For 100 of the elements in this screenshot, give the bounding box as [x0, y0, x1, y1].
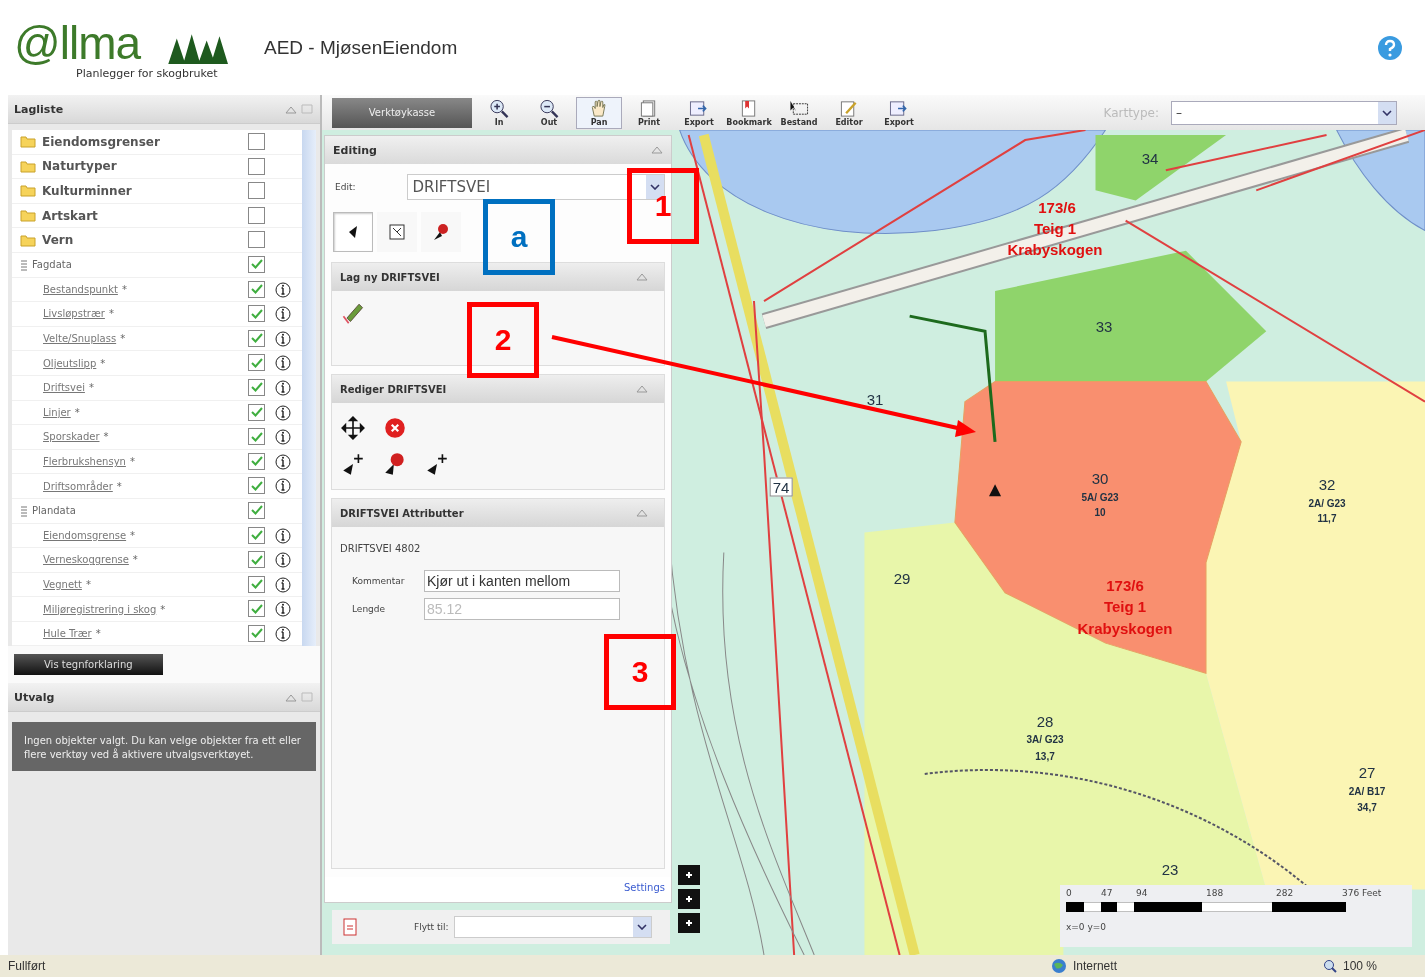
layer-checkbox[interactable]	[248, 526, 265, 544]
info-icon[interactable]	[275, 453, 291, 470]
info-icon[interactable]	[275, 552, 291, 569]
info-icon[interactable]	[275, 625, 291, 642]
info-icon[interactable]	[275, 330, 291, 347]
info-icon[interactable]	[275, 281, 291, 298]
callout-box: 3	[604, 634, 676, 710]
map-type-select[interactable]: –	[1171, 100, 1397, 125]
layer-link[interactable]: Oljeutslipp	[43, 357, 97, 369]
layer-name[interactable]: Vern	[42, 233, 74, 248]
layer-link[interactable]: Vegnett	[43, 579, 82, 590]
layer-link[interactable]: Flerbrukshensyn	[43, 456, 126, 467]
layer-checkbox[interactable]	[248, 305, 265, 323]
layer-checkbox[interactable]	[248, 501, 265, 519]
layer-checkbox[interactable]	[248, 403, 265, 421]
layer-name[interactable]: Naturtyper	[42, 159, 117, 174]
layer-checkbox[interactable]	[248, 477, 265, 495]
layer-checkbox[interactable]	[248, 624, 265, 642]
collapse-icon[interactable]	[651, 146, 663, 154]
layer-checkbox[interactable]	[248, 428, 265, 446]
move-icon[interactable]	[340, 415, 366, 441]
layer-checkbox[interactable]	[248, 378, 265, 396]
layer-checkbox[interactable]	[248, 255, 265, 273]
info-icon[interactable]	[275, 306, 291, 323]
collapse-icon[interactable]	[636, 273, 648, 281]
layer-link[interactable]: Driftsvei	[43, 382, 85, 394]
layer-link[interactable]: Livsløpstrær	[43, 308, 105, 320]
map-view[interactable]	[322, 130, 1425, 955]
zoom-level[interactable]: 100 %	[1342, 959, 1377, 973]
info-icon[interactable]	[275, 601, 291, 618]
layer-link[interactable]: Velte/Snuplass	[43, 333, 117, 345]
tool-button[interactable]: Out	[526, 96, 572, 129]
point-marker[interactable]	[989, 484, 1002, 497]
layer-link[interactable]: Eiendomsgrense	[43, 529, 127, 541]
layer-checkbox[interactable]	[248, 452, 265, 470]
layer-link[interactable]: Miljøregistrering i skog	[43, 603, 157, 615]
scrollbar[interactable]	[302, 130, 316, 647]
layer-link[interactable]: Driftsområder	[43, 480, 113, 492]
collapse-icon[interactable]	[636, 385, 648, 393]
forest-stand-area[interactable]	[864, 522, 1267, 955]
layer-checkbox[interactable]	[248, 575, 265, 593]
layer-link[interactable]: Linjer	[43, 406, 71, 418]
tool-button[interactable]: Export	[676, 96, 722, 129]
tool-button[interactable]: Print	[626, 96, 672, 129]
list-icon	[20, 258, 28, 271]
tool-button[interactable]: In	[476, 96, 522, 129]
tool-button[interactable]: Bestand	[776, 96, 822, 129]
layer-name[interactable]: Kulturminner	[42, 184, 132, 198]
zoom-icon[interactable]	[1322, 959, 1337, 973]
layer-checkbox[interactable]	[248, 280, 265, 298]
add-vertex-icon[interactable]	[340, 451, 366, 477]
layer-name[interactable]: Eiendomsgrenser	[42, 134, 160, 149]
collapse-icon[interactable]	[636, 509, 648, 517]
attribute-field[interactable]: Kjør ut i kanten mellom	[424, 570, 620, 592]
field-label: Kommentar	[352, 576, 406, 586]
layer-link[interactable]: Bestandspunkt	[43, 283, 118, 295]
tool-button[interactable]: Pan	[576, 96, 622, 129]
field-label: Edit:	[335, 182, 356, 192]
collapse-icon[interactable]	[284, 103, 314, 115]
info-icon[interactable]	[275, 429, 291, 446]
toolbox-button[interactable]: Verktøykasse	[332, 97, 472, 128]
info-icon[interactable]	[275, 355, 291, 372]
tool-button[interactable]: Bookmark	[726, 96, 772, 129]
pan-button[interactable]	[678, 889, 700, 909]
layer-checkbox[interactable]	[248, 329, 265, 347]
layer-link[interactable]: Verneskoggrense	[43, 554, 129, 566]
layer-checkbox[interactable]	[248, 157, 265, 175]
forest-stand-area[interactable]	[1095, 135, 1227, 201]
legend-button[interactable]: Vis tegnforklaring	[14, 654, 163, 676]
layer-marker: *	[120, 333, 126, 345]
delete-icon[interactable]	[382, 415, 408, 441]
info-icon[interactable]	[275, 404, 291, 421]
layer-checkbox[interactable]	[248, 600, 265, 618]
layer-checkbox[interactable]	[248, 133, 265, 150]
settings-link[interactable]: Settings	[624, 882, 665, 893]
layer-checkbox[interactable]	[248, 182, 265, 200]
add-vertex-icon[interactable]	[424, 451, 450, 477]
layer-checkbox[interactable]	[248, 551, 265, 569]
layer-checkbox[interactable]	[248, 206, 265, 224]
edit-mode-button[interactable]	[333, 212, 373, 252]
pan-button[interactable]	[678, 865, 700, 885]
layer-checkbox[interactable]	[248, 231, 265, 249]
help-icon[interactable]	[1377, 34, 1403, 61]
layer-link[interactable]: Sporskader	[43, 431, 100, 443]
tool-button[interactable]: Editor	[826, 96, 872, 129]
info-icon[interactable]	[275, 576, 291, 593]
pan-button[interactable]	[678, 913, 700, 933]
layer-checkbox[interactable]	[248, 354, 265, 372]
document-icon[interactable]	[342, 918, 358, 936]
layer-name[interactable]: Fagdata	[32, 259, 72, 271]
layer-link[interactable]: Hule Trær	[43, 628, 92, 640]
tool-button[interactable]: Export	[876, 96, 922, 129]
info-icon[interactable]	[275, 379, 291, 396]
info-icon[interactable]	[275, 478, 291, 495]
edit-mode-button[interactable]	[421, 212, 461, 252]
layer-marker: *	[103, 431, 109, 443]
layer-name[interactable]: Plandata	[32, 505, 76, 517]
forest-road-line[interactable]	[909, 314, 997, 443]
layer-name[interactable]: Artskart	[42, 208, 98, 223]
info-icon[interactable]	[275, 527, 291, 544]
